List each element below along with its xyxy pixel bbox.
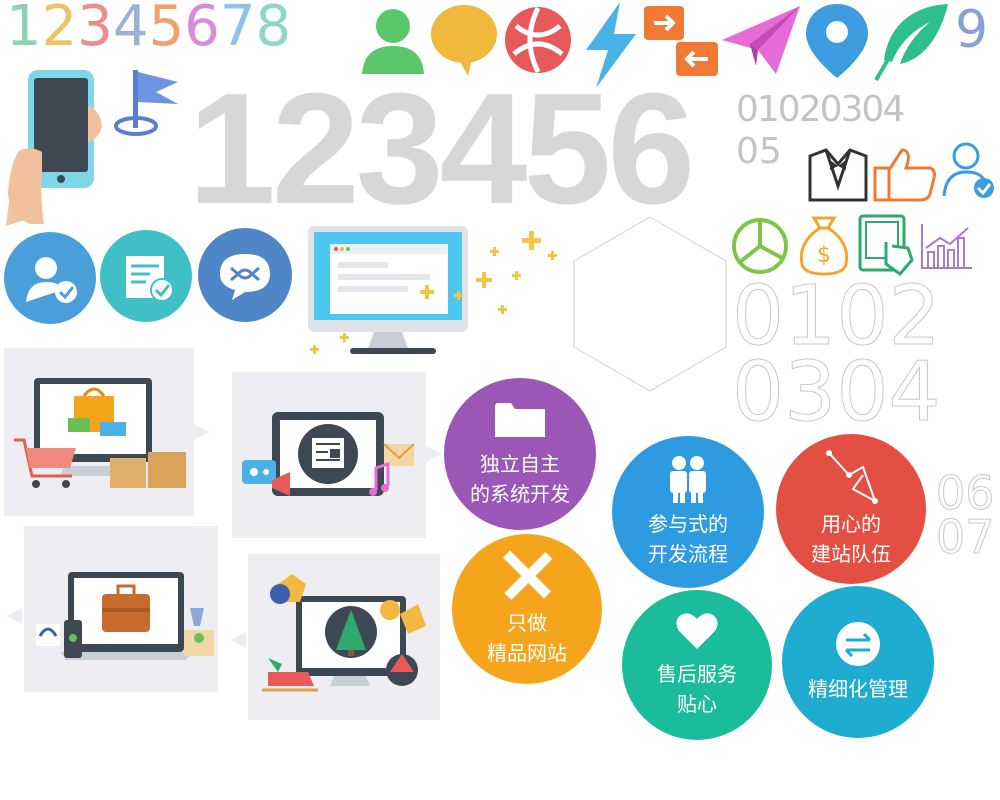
feature-quality-sites[interactable]: 只做 精品网站 (452, 534, 602, 684)
feather-icon (874, 4, 948, 82)
giant-digits: 123456 (188, 61, 695, 237)
flag-icon (114, 70, 178, 136)
colored-digit: 5 (148, 0, 185, 59)
colored-digit-row: 12345678 (6, 0, 291, 55)
holiday-tile (230, 554, 440, 720)
feature-label: 只做 精品网站 (487, 611, 567, 665)
business-tile (6, 526, 218, 692)
feature-label: 用心的 建站队伍 (811, 512, 891, 566)
feature-after-sales[interactable]: 售后服务 贴心 (622, 590, 772, 740)
feature-label: 参与式的 开发流程 (648, 512, 728, 566)
shopping-tile (4, 348, 210, 516)
tuxedo-icon (808, 148, 868, 202)
paper-plane-icon (722, 6, 800, 74)
people-icon (670, 456, 706, 503)
desktop-monitor-icon (308, 226, 557, 354)
outline-digits-line2: 0304 (732, 345, 942, 440)
document-check-badge-icon (100, 230, 192, 322)
feature-label: 精细化管理 (808, 677, 908, 701)
pen-tool-icon (826, 450, 878, 504)
colored-digit: 2 (41, 0, 78, 59)
folder-icon (495, 403, 545, 437)
colored-digit: 3 (77, 0, 113, 59)
media-tile (232, 372, 442, 538)
feature-dedicated-team[interactable]: 用心的 建站队伍 (776, 434, 926, 584)
thumbs-up-icon (873, 148, 936, 202)
hexagon-outline-icon (573, 216, 727, 392)
pie-chart-icon (732, 218, 788, 274)
feature-independent-system[interactable]: 独立自主 的系统开发 (444, 378, 596, 530)
user-check-badge-icon (4, 232, 96, 324)
user-check-icon (942, 142, 994, 198)
gray-digits-line2: 05 (736, 131, 782, 172)
colored-digit: 1 (6, 0, 42, 59)
pencil-ruler-icon (502, 550, 553, 601)
hand-phone-icon (6, 70, 102, 226)
feature-fine-management[interactable]: 精细化管理 (782, 586, 934, 738)
colored-digit: 8 (255, 0, 292, 59)
colored-digit: 6 (184, 0, 220, 59)
side-digits-line2: 07 (936, 510, 996, 564)
chat-link-badge-icon (198, 228, 292, 322)
bar-chart-icon (921, 224, 972, 269)
heart-icon (676, 613, 718, 649)
feature-label: 独立自主 的系统开发 (470, 452, 570, 506)
location-pin-icon (806, 4, 868, 78)
svg-text:$: $ (817, 243, 831, 268)
gray-digits-line1: 01020304 (736, 89, 905, 130)
colored-digit: 4 (112, 0, 149, 59)
feature-participatory-process[interactable]: 参与式的 开发流程 (612, 436, 764, 588)
sync-icon (836, 622, 880, 666)
feature-label: 售后服务 贴心 (657, 662, 737, 716)
small-digit-nine: 9 (955, 0, 989, 60)
colored-digit: 7 (219, 0, 256, 59)
